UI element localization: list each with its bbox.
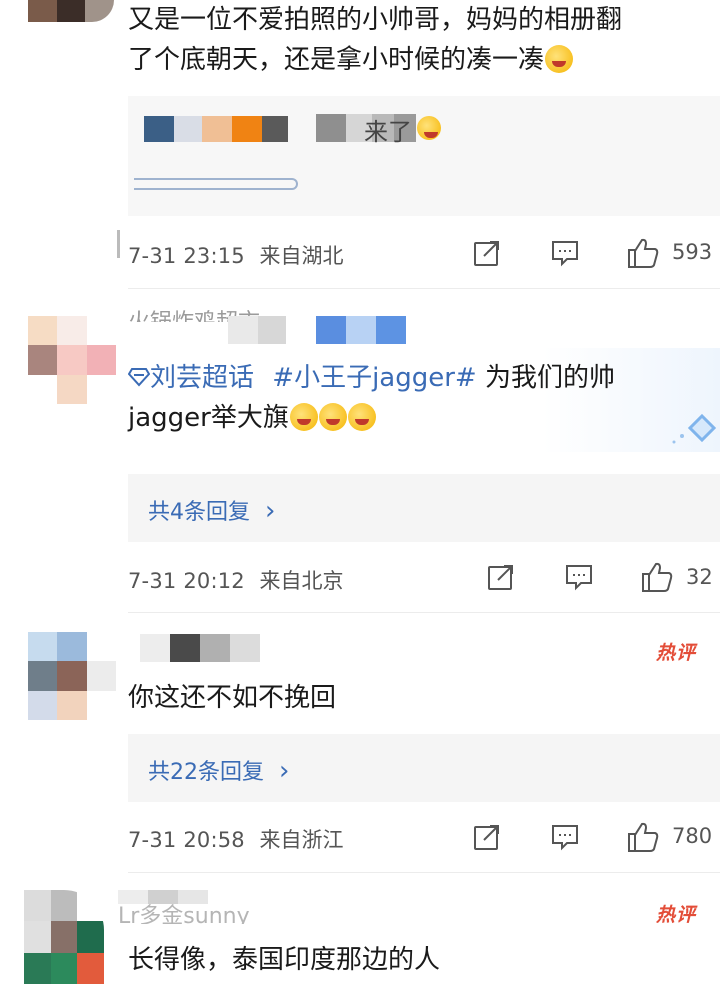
chevron-right-icon: › xyxy=(279,756,290,786)
view-replies-link[interactable]: 共4条回复 › xyxy=(148,494,275,526)
comment-text-line: 又是一位不爱拍照的小帅哥，妈妈的相册翻 xyxy=(128,5,623,35)
comment-time: 7-31 23:15 xyxy=(128,244,245,268)
comment-text-line: 了个底朝天，还是拿小时候的凑一凑 xyxy=(128,40,718,80)
supertopic-link[interactable]: 刘芸超话 xyxy=(127,363,262,393)
comment-text-line: 刘芸超话 #小王子jagger# 为我们的帅 xyxy=(127,358,718,398)
replies-label: 共22条回复 xyxy=(148,760,264,785)
comment-text: 刘芸超话 #小王子jagger# 为我们的帅 jagger举大旗 xyxy=(127,358,718,438)
comment-meta: 7-31 20:12 来自北京 xyxy=(128,565,344,595)
comment-text-segment: jagger举大旗 xyxy=(128,403,289,433)
blurred-username xyxy=(144,116,288,142)
replies-label: 共4条回复 xyxy=(148,500,250,525)
laugh-cry-emoji-icon xyxy=(545,45,574,73)
comment-icon[interactable] xyxy=(550,822,580,852)
avatar[interactable] xyxy=(24,890,104,984)
comment-meta: 7-31 20:58 来自浙江 xyxy=(128,824,344,854)
share-icon[interactable] xyxy=(486,562,516,592)
like-count: 780 xyxy=(672,824,713,848)
comment-divider xyxy=(128,872,720,873)
text-fade-overlay xyxy=(440,944,580,980)
comment-meta: 7-31 23:15 来自湖北 xyxy=(128,240,344,270)
supertopic-link-text: 刘芸超话 xyxy=(150,363,255,393)
flower-emoji-icon xyxy=(347,403,376,431)
like-icon[interactable] xyxy=(640,560,674,594)
quoted-post-card[interactable]: 来了 xyxy=(128,96,720,216)
like-icon[interactable] xyxy=(626,236,660,270)
comment-text-segment: 为我们的帅 xyxy=(476,363,615,393)
comment-divider xyxy=(128,612,720,613)
quote-underline xyxy=(134,178,298,190)
replies-box[interactable]: 共22条回复 › xyxy=(128,734,720,802)
blurred-username[interactable] xyxy=(140,634,260,662)
hashtag-link[interactable]: #小王子jagger# xyxy=(272,363,476,393)
comment-time: 7-31 20:12 xyxy=(128,569,245,593)
supertopic-icon xyxy=(127,368,151,387)
comment-text-line: jagger举大旗 xyxy=(128,398,718,438)
laugh-emoji-icon xyxy=(417,116,441,140)
comment-location: 来自北京 xyxy=(259,569,344,593)
comment-text: 你这还不如不挽回 xyxy=(128,683,337,713)
avatar[interactable] xyxy=(28,632,116,720)
hot-comment-badge: 热评 xyxy=(656,642,697,664)
avatar[interactable] xyxy=(28,316,116,404)
share-icon[interactable] xyxy=(472,822,502,852)
comment-time: 7-31 20:58 xyxy=(128,828,245,852)
quote-text: 来了 xyxy=(364,118,412,146)
flower-emoji-icon xyxy=(289,403,318,431)
avatar[interactable] xyxy=(28,0,114,22)
flower-emoji-icon xyxy=(318,403,347,431)
view-replies-link[interactable]: 共22条回复 › xyxy=(148,754,289,786)
username[interactable]: 火锅炸鸡超市 xyxy=(128,308,418,344)
comment-divider xyxy=(128,288,720,289)
comment-icon[interactable] xyxy=(550,238,580,268)
blurred-username xyxy=(228,316,408,344)
comment-text-segment: 了个底朝天，还是拿小时候的凑一凑 xyxy=(128,45,545,75)
replies-box[interactable]: 共4条回复 › xyxy=(128,474,720,542)
comment-icon[interactable] xyxy=(564,562,594,592)
share-icon[interactable] xyxy=(472,238,502,268)
like-count: 32 xyxy=(686,565,713,589)
like-count: 593 xyxy=(672,240,713,264)
hot-comment-badge: 热评 xyxy=(656,904,697,926)
comment-location: 来自湖北 xyxy=(259,244,344,268)
blurred-username xyxy=(118,890,208,904)
like-icon[interactable] xyxy=(626,820,660,854)
comment-text: 又是一位不爱拍照的小帅哥，妈妈的相册翻 了个底朝天，还是拿小时候的凑一凑 xyxy=(128,0,718,80)
divider-mark xyxy=(117,230,120,258)
comment-location: 来自浙江 xyxy=(259,828,344,852)
chevron-right-icon: › xyxy=(265,496,276,526)
